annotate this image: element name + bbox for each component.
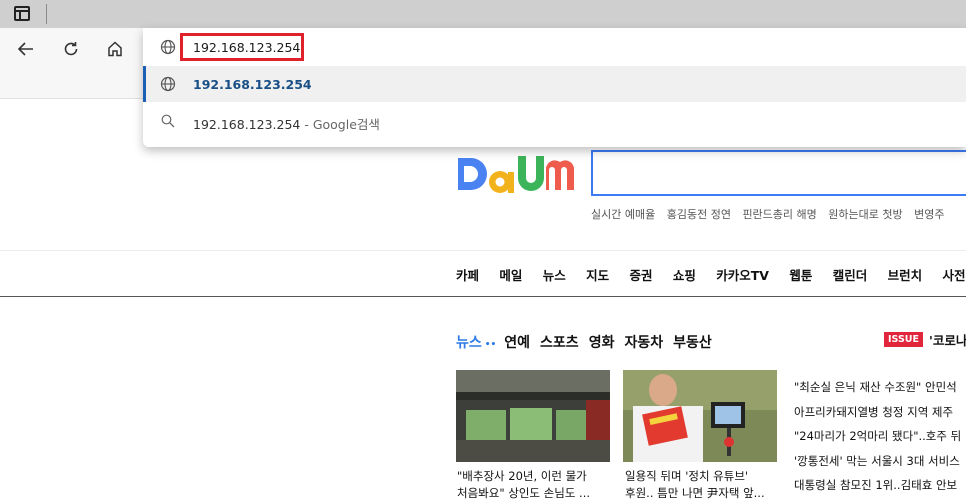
tab-sports[interactable]: 스포츠 <box>540 335 579 351</box>
news-tabs: 뉴스 •• 연예 스포츠 영화 자동차 부동산 <box>456 332 722 352</box>
trend-item[interactable]: 원하는대로 첫방 <box>828 208 902 221</box>
menu-item-mail[interactable]: 메일 <box>499 268 522 283</box>
menu-item-kakaotv[interactable]: 카카오TV <box>716 268 769 283</box>
service-menu: 카페 메일 뉴스 지도 증권 쇼핑 카카오TV 웹툰 캘린더 브런치 사전 게 <box>456 265 966 284</box>
issue-badge: ISSUE <box>884 332 923 347</box>
menu-item-news[interactable]: 뉴스 <box>543 268 566 283</box>
suggestion-query: 192.168.123.254 <box>193 117 301 132</box>
trending-keywords: 실시간 예매율 홍김동전 정연 핀란드총리 해명 원하는대로 첫방 변영주 <box>591 206 953 222</box>
daum-search-input[interactable] <box>591 150 966 196</box>
menu-item-cafe[interactable]: 카페 <box>456 268 479 283</box>
divider <box>0 250 966 251</box>
home-icon[interactable] <box>103 37 127 61</box>
back-arrow-icon[interactable] <box>14 37 38 61</box>
trend-item[interactable]: 변영주 <box>914 208 944 221</box>
news-thumbnail-cabbage[interactable] <box>456 370 610 462</box>
card-line: 일용직 뒤며 '정치 유튜브' <box>625 469 749 483</box>
address-bar-dropdown: 192.168.123.254 192.168.123.254 192.168.… <box>143 28 966 147</box>
address-bar[interactable]: 192.168.123.254 <box>143 28 966 66</box>
search-icon <box>161 114 175 128</box>
menu-item-dictionary[interactable]: 사전 <box>942 268 965 283</box>
tab-car[interactable]: 자동차 <box>624 335 663 351</box>
headline-item[interactable]: '깡통전세' 막는 서울시 3대 서비스 <box>794 449 961 474</box>
tab-actions-icon[interactable] <box>14 6 30 21</box>
address-input[interactable]: 192.168.123.254 <box>193 40 300 55</box>
suggestion-url-text: 192.168.123.254 <box>193 77 312 92</box>
browser-title-bar <box>0 0 966 28</box>
tab-entertainment[interactable]: 연예 <box>504 335 530 351</box>
card-line: "배추장사 20년, 이런 물가 <box>457 469 587 483</box>
news-card-cabbage[interactable]: "배추장사 20년, 이런 물가 처음봐요" 상인도 손님도 ... <box>457 468 613 502</box>
menu-item-map[interactable]: 지도 <box>586 268 609 283</box>
suggestion-search[interactable]: 192.168.123.254 - Google검색 <box>143 102 966 140</box>
headline-list: "최순실 은닉 재산 수조원" 안민석 아프리카돼지열병 청정 지역 제주 "2… <box>794 375 961 498</box>
suggestion-url[interactable]: 192.168.123.254 <box>143 66 966 102</box>
card-line: 처음봐요" 상인도 손님도 ... <box>457 486 591 500</box>
suggestion-search-text: 192.168.123.254 - Google검색 <box>193 114 380 133</box>
trend-item[interactable]: 실시간 예매율 <box>591 208 655 221</box>
refresh-icon[interactable] <box>59 37 83 61</box>
menu-item-shopping[interactable]: 쇼핑 <box>673 268 696 283</box>
headline-item[interactable]: "최순실 은닉 재산 수조원" 안민석 <box>794 375 961 400</box>
divider <box>0 296 966 297</box>
trend-item[interactable]: 핀란드총리 해명 <box>742 208 816 221</box>
card-line: 후원.. 틈만 나면 尹자택 앞... <box>625 486 765 500</box>
trend-item[interactable]: 홍김동전 정연 <box>667 208 731 221</box>
news-card-protest[interactable]: 일용직 뒤며 '정치 유튜브' 후원.. 틈만 나면 尹자택 앞... <box>625 468 781 502</box>
news-thumbnail-protest[interactable] <box>623 370 777 462</box>
tab-dots: •• <box>484 340 497 350</box>
tab-movie[interactable]: 영화 <box>589 335 615 351</box>
daum-logo[interactable] <box>456 152 576 200</box>
tab-separator <box>46 4 47 24</box>
globe-icon <box>160 39 176 55</box>
menu-item-webtoon[interactable]: 웹툰 <box>789 268 812 283</box>
headline-item[interactable]: "24마리가 2억마리 됐다"..호주 뒤 <box>794 424 961 449</box>
tab-news[interactable]: 뉴스 <box>456 335 482 351</box>
menu-item-brunch[interactable]: 브런치 <box>888 268 923 283</box>
menu-item-calendar[interactable]: 캘린더 <box>833 268 868 283</box>
tab-realestate[interactable]: 부동산 <box>673 335 712 351</box>
headline-item[interactable]: 대통령실 참모진 1위..김태효 안보 <box>794 473 961 498</box>
headline-item[interactable]: 아프리카돼지열병 청정 지역 제주 <box>794 400 961 425</box>
menu-item-stock[interactable]: 증권 <box>630 268 653 283</box>
selection-indicator <box>143 66 146 102</box>
suggestion-engine: - Google검색 <box>300 117 380 132</box>
issue-headline[interactable]: '코로나 <box>929 330 966 349</box>
globe-icon <box>160 76 176 92</box>
